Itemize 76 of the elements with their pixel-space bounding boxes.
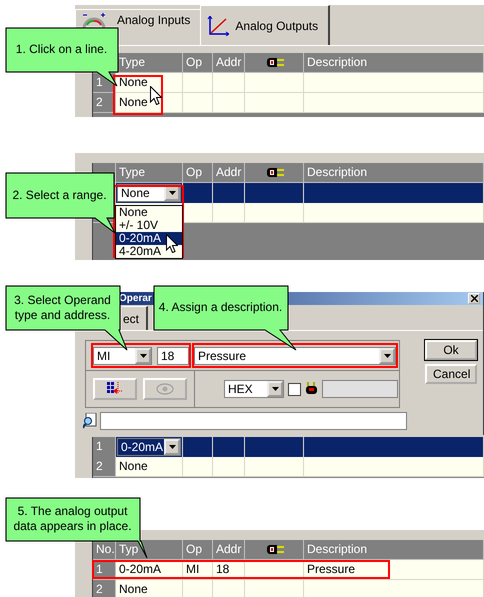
column-header: Type xyxy=(116,53,183,73)
table-cell: None xyxy=(116,457,183,477)
close-button[interactable] xyxy=(468,293,480,304)
column-header: Description xyxy=(304,540,484,560)
column-header: Description xyxy=(304,163,484,183)
checkbox[interactable] xyxy=(288,382,301,396)
plug-icon xyxy=(266,544,284,555)
eye-icon xyxy=(156,383,174,395)
table-cell xyxy=(213,203,245,223)
dropdown-button[interactable] xyxy=(267,381,283,397)
caret-icon xyxy=(272,387,278,391)
dropdown-button[interactable] xyxy=(164,439,180,455)
table-cell: Pressure xyxy=(304,560,484,580)
line-chart-icon xyxy=(207,16,230,36)
callout-text: 1. Click on a line. xyxy=(16,42,108,57)
row-number: 2 xyxy=(93,93,116,113)
column-header: Addr xyxy=(213,53,245,73)
pointer-icon xyxy=(166,234,178,253)
dropdown-button[interactable] xyxy=(135,348,151,364)
table-cell xyxy=(213,93,245,113)
column-header: Op xyxy=(183,53,213,73)
table-cell xyxy=(245,580,304,597)
caret-icon xyxy=(384,354,390,358)
pointer-icon xyxy=(150,86,162,105)
ok-button[interactable]: Ok xyxy=(425,340,477,360)
operand-type-dropdown[interactable]: MI xyxy=(93,346,152,364)
table-cell xyxy=(245,73,304,93)
close-icon xyxy=(470,295,478,302)
grid-arrow-icon xyxy=(107,382,123,396)
callout-text: 4. Assign a description. xyxy=(158,300,282,315)
caret-icon xyxy=(140,354,146,358)
plug-icon xyxy=(266,167,284,178)
plug-icon xyxy=(305,382,318,396)
dropdown-option[interactable]: 4-20mA xyxy=(116,245,182,258)
cancel-button[interactable]: Cancel xyxy=(425,364,477,384)
format-dropdown[interactable]: HEX xyxy=(224,380,284,398)
tab[interactable]: ect xyxy=(122,306,148,330)
row-number: 2 xyxy=(93,457,116,477)
window-title: Operar xyxy=(119,292,152,305)
table-cell xyxy=(245,183,304,204)
column-header: Type xyxy=(116,163,183,183)
callout-text: 5. The analog output data appears in place. xyxy=(13,504,132,534)
table-cell xyxy=(245,457,304,477)
column-header: Op xyxy=(183,163,213,183)
callout-text: 2. Select a range. xyxy=(12,188,107,202)
description-dropdown[interactable]: Pressure xyxy=(194,346,396,364)
table-cell xyxy=(183,457,213,477)
table-cell xyxy=(245,93,304,113)
plug-icon xyxy=(266,57,284,68)
column-header: Addr xyxy=(213,163,245,183)
search-icon xyxy=(83,413,97,429)
table-cell xyxy=(183,73,213,93)
table-cell xyxy=(213,457,245,477)
column-header: Addr xyxy=(213,540,245,560)
dropdown-option[interactable]: +/- 10V xyxy=(116,219,182,232)
search-field[interactable] xyxy=(100,412,407,430)
dropdown-option[interactable]: None xyxy=(116,206,182,219)
column-header: Description xyxy=(304,53,484,73)
dropdown-button[interactable] xyxy=(379,348,395,364)
column-header: Op xyxy=(183,540,213,560)
table-cell xyxy=(183,93,213,113)
address-field[interactable]: 18 xyxy=(157,346,189,364)
dropdown-option[interactable]: 0-20mA xyxy=(116,232,182,245)
tab[interactable]: Analog Outputs xyxy=(200,5,330,45)
table-cell: None xyxy=(116,580,183,597)
toolbar-button[interactable] xyxy=(93,378,137,400)
table-cell xyxy=(213,580,245,597)
caret-icon xyxy=(168,445,176,449)
highlight-frame xyxy=(113,75,163,115)
table-cell xyxy=(213,183,245,204)
table-cell xyxy=(245,203,304,223)
table-cell xyxy=(213,73,245,93)
type-dropdown[interactable]: 0-20mA xyxy=(117,438,181,456)
caret-icon xyxy=(168,191,176,195)
table-cell xyxy=(183,580,213,597)
callout-text: 3. Select Operand type and address. xyxy=(14,292,111,322)
